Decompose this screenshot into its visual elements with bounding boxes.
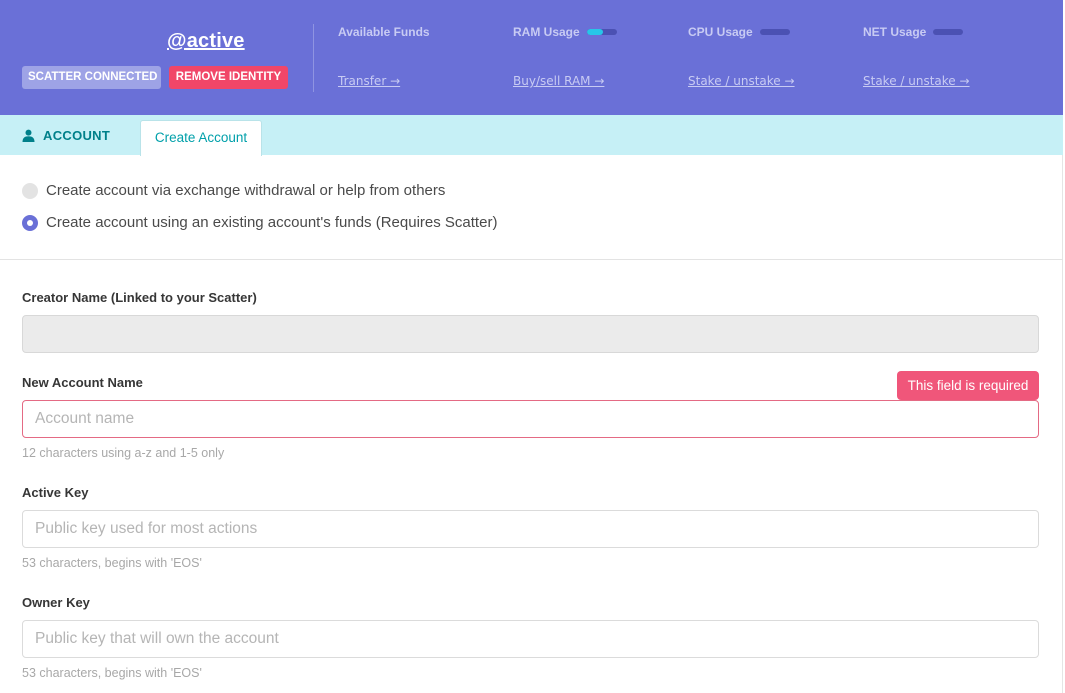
ram-usage-fill [586,29,604,35]
new-account-name-input[interactable] [22,400,1039,438]
tab-create-account[interactable]: Create Account [140,120,262,156]
identity-name-link[interactable]: @active [167,30,245,53]
active-key-help: 53 characters, begins with 'EOS' [22,556,202,570]
cpu-stake-unstake-link[interactable]: Stake / unstake → [688,74,795,88]
ram-usage-label: RAM Usage [513,25,580,39]
section-divider [0,259,1063,260]
cpu-usage-label: CPU Usage [688,25,753,39]
option-exchange-radio[interactable] [22,182,38,199]
creator-name-label: Creator Name (Linked to your Scatter) [22,290,257,305]
stat-ram-usage: RAM Usage [513,24,617,40]
active-key-input[interactable] [22,510,1039,548]
header-divider [313,24,314,92]
transfer-link[interactable]: Transfer → [338,74,400,88]
active-key-label: Active Key [22,485,89,500]
tab-account[interactable]: ACCOUNT [22,128,110,143]
stat-cpu-usage: CPU Usage [688,24,790,40]
option-existing-label: Create account using an existing account… [46,214,498,231]
stat-net-usage: NET Usage [863,24,964,40]
user-icon [22,129,35,142]
owner-key-help: 53 characters, begins with 'EOS' [22,666,202,680]
tab-bar: ACCOUNT Create Account [0,115,1063,156]
scatter-connected-badge: SCATTER CONNECTED [22,66,161,89]
cpu-usage-bar [759,29,790,35]
remove-identity-button[interactable]: REMOVE IDENTITY [169,66,288,89]
available-funds-label: Available Funds [338,25,430,39]
create-account-panel: Create account via exchange withdrawal o… [0,155,1063,693]
creator-name-input[interactable] [22,315,1039,353]
buy-sell-ram-link[interactable]: Buy/sell RAM → [513,74,604,88]
net-usage-bar [933,29,964,35]
owner-key-label: Owner Key [22,595,90,610]
ram-usage-bar [586,29,617,35]
option-exchange-label: Create account via exchange withdrawal o… [46,182,446,199]
net-usage-label: NET Usage [863,25,927,39]
option-exchange-row[interactable]: Create account via exchange withdrawal o… [22,182,445,199]
new-account-name-help: 12 characters using a-z and 1-5 only [22,446,225,460]
net-stake-unstake-link[interactable]: Stake / unstake → [863,74,970,88]
new-account-name-label: New Account Name [22,375,143,390]
option-existing-row[interactable]: Create account using an existing account… [22,214,497,231]
option-existing-radio[interactable] [22,214,38,231]
field-required-tooltip: This field is required [897,371,1039,400]
top-header: @active SCATTER CONNECTED REMOVE IDENTIT… [0,0,1063,115]
owner-key-input[interactable] [22,620,1039,658]
tab-account-label: ACCOUNT [43,128,111,143]
stat-available-funds: Available Funds [338,24,430,40]
